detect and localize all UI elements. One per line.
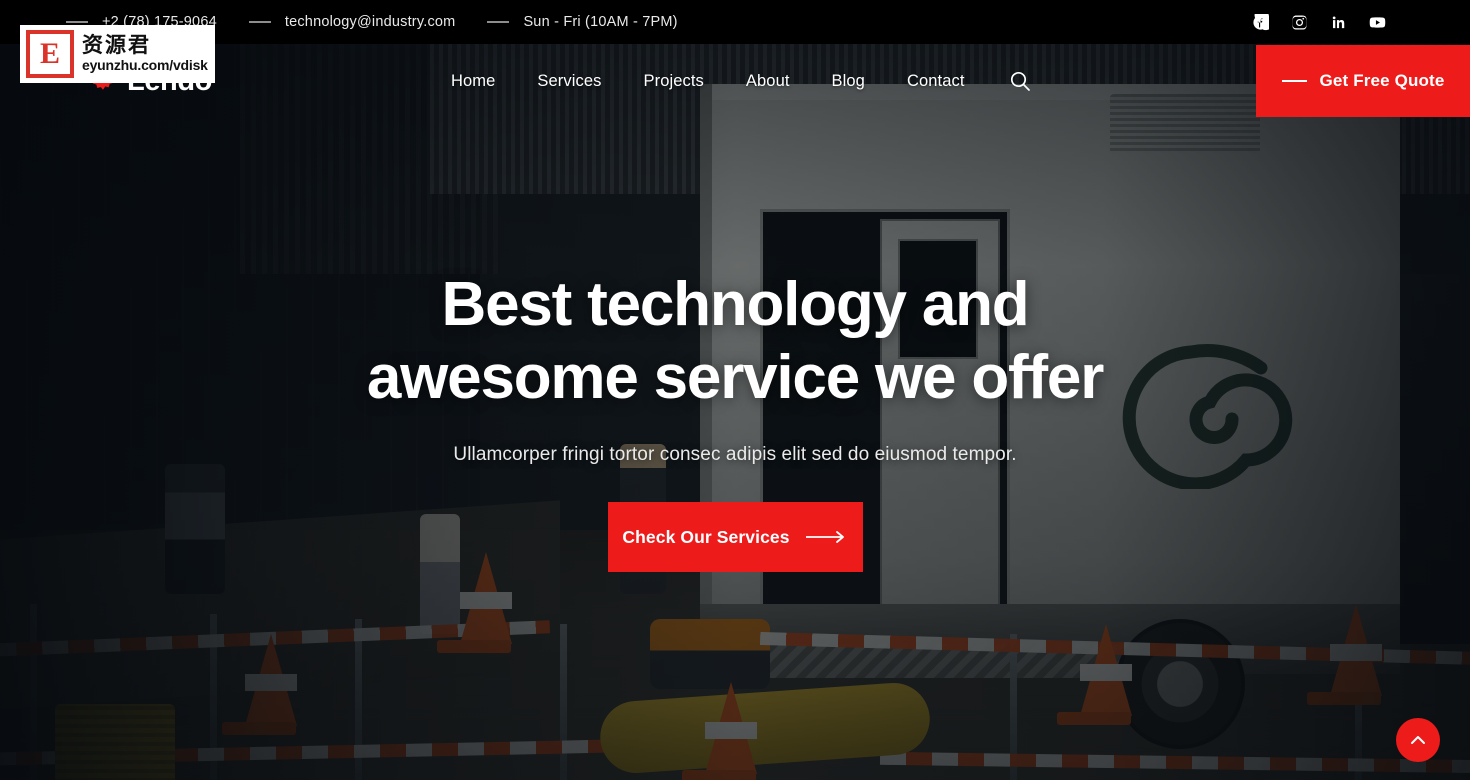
check-our-services-button[interactable]: Check Our Services bbox=[607, 502, 863, 573]
top-bar: +2 (78) 175-9064 technology@industry.com… bbox=[0, 0, 1470, 44]
get-free-quote-button[interactable]: Get Free Quote bbox=[1256, 45, 1470, 117]
search-icon bbox=[1010, 71, 1030, 91]
hero-title: Best technology and awesome service we o… bbox=[366, 268, 1104, 414]
dash-icon bbox=[487, 21, 510, 23]
nav-item-services[interactable]: Services bbox=[516, 72, 622, 91]
top-bar-hours-text: Sun - Fri (10AM - 7PM) bbox=[523, 14, 678, 30]
top-bar-email-text: technology@industry.com bbox=[284, 14, 456, 30]
search-button[interactable] bbox=[1006, 67, 1034, 95]
hero-title-line-1: Best technology and bbox=[441, 270, 1030, 339]
nav-item-contact[interactable]: Contact bbox=[886, 72, 986, 91]
hero-page: +2 (78) 175-9064 technology@industry.com… bbox=[0, 0, 1470, 780]
chevron-up-icon bbox=[1411, 736, 1425, 744]
hero-subtitle: Ullamcorper fringi tortor consec adipis … bbox=[453, 444, 1017, 466]
watermark-badge-letter: E bbox=[30, 34, 70, 74]
check-our-services-label: Check Our Services bbox=[622, 526, 790, 547]
dash-icon bbox=[1281, 80, 1307, 82]
watermark-cn-text: 资源君 bbox=[82, 33, 151, 57]
social-links bbox=[1252, 13, 1470, 31]
arrow-right-icon bbox=[805, 530, 848, 544]
main-navigation-bar: Lendo Home Services Projects About Blog … bbox=[0, 44, 1470, 118]
scroll-to-top-button[interactable] bbox=[1396, 718, 1440, 762]
nav-item-blog[interactable]: Blog bbox=[811, 72, 886, 91]
nav-item-about[interactable]: About bbox=[725, 72, 811, 91]
watermark-badge: E bbox=[26, 30, 74, 78]
nav-item-projects[interactable]: Projects bbox=[623, 72, 725, 91]
social-link-youtube[interactable] bbox=[1369, 14, 1386, 31]
watermark-texts: 资源君 eyunzhu.com/vdisk bbox=[82, 33, 208, 74]
linkedin-icon bbox=[1332, 16, 1345, 28]
nav-menu: Home Services Projects About Blog Contac… bbox=[430, 67, 1034, 95]
hero-section: Best technology and awesome service we o… bbox=[0, 118, 1470, 780]
hero-title-line-2: awesome service we offer bbox=[366, 343, 1104, 413]
facebook-icon bbox=[1253, 13, 1269, 30]
social-link-facebook[interactable] bbox=[1252, 13, 1269, 31]
instagram-icon bbox=[1292, 15, 1307, 30]
social-link-instagram[interactable] bbox=[1291, 14, 1308, 31]
watermark-url: eyunzhu.com/vdisk bbox=[82, 57, 208, 74]
get-free-quote-label: Get Free Quote bbox=[1319, 71, 1445, 90]
dash-icon bbox=[248, 21, 271, 23]
top-bar-email[interactable]: technology@industry.com bbox=[248, 14, 456, 30]
top-bar-hours: Sun - Fri (10AM - 7PM) bbox=[487, 14, 678, 30]
watermark-overlay: E 资源君 eyunzhu.com/vdisk bbox=[20, 25, 215, 83]
social-link-linkedin[interactable] bbox=[1330, 14, 1347, 31]
youtube-icon bbox=[1369, 16, 1386, 28]
nav-item-home[interactable]: Home bbox=[430, 72, 516, 91]
dash-icon bbox=[66, 21, 88, 23]
